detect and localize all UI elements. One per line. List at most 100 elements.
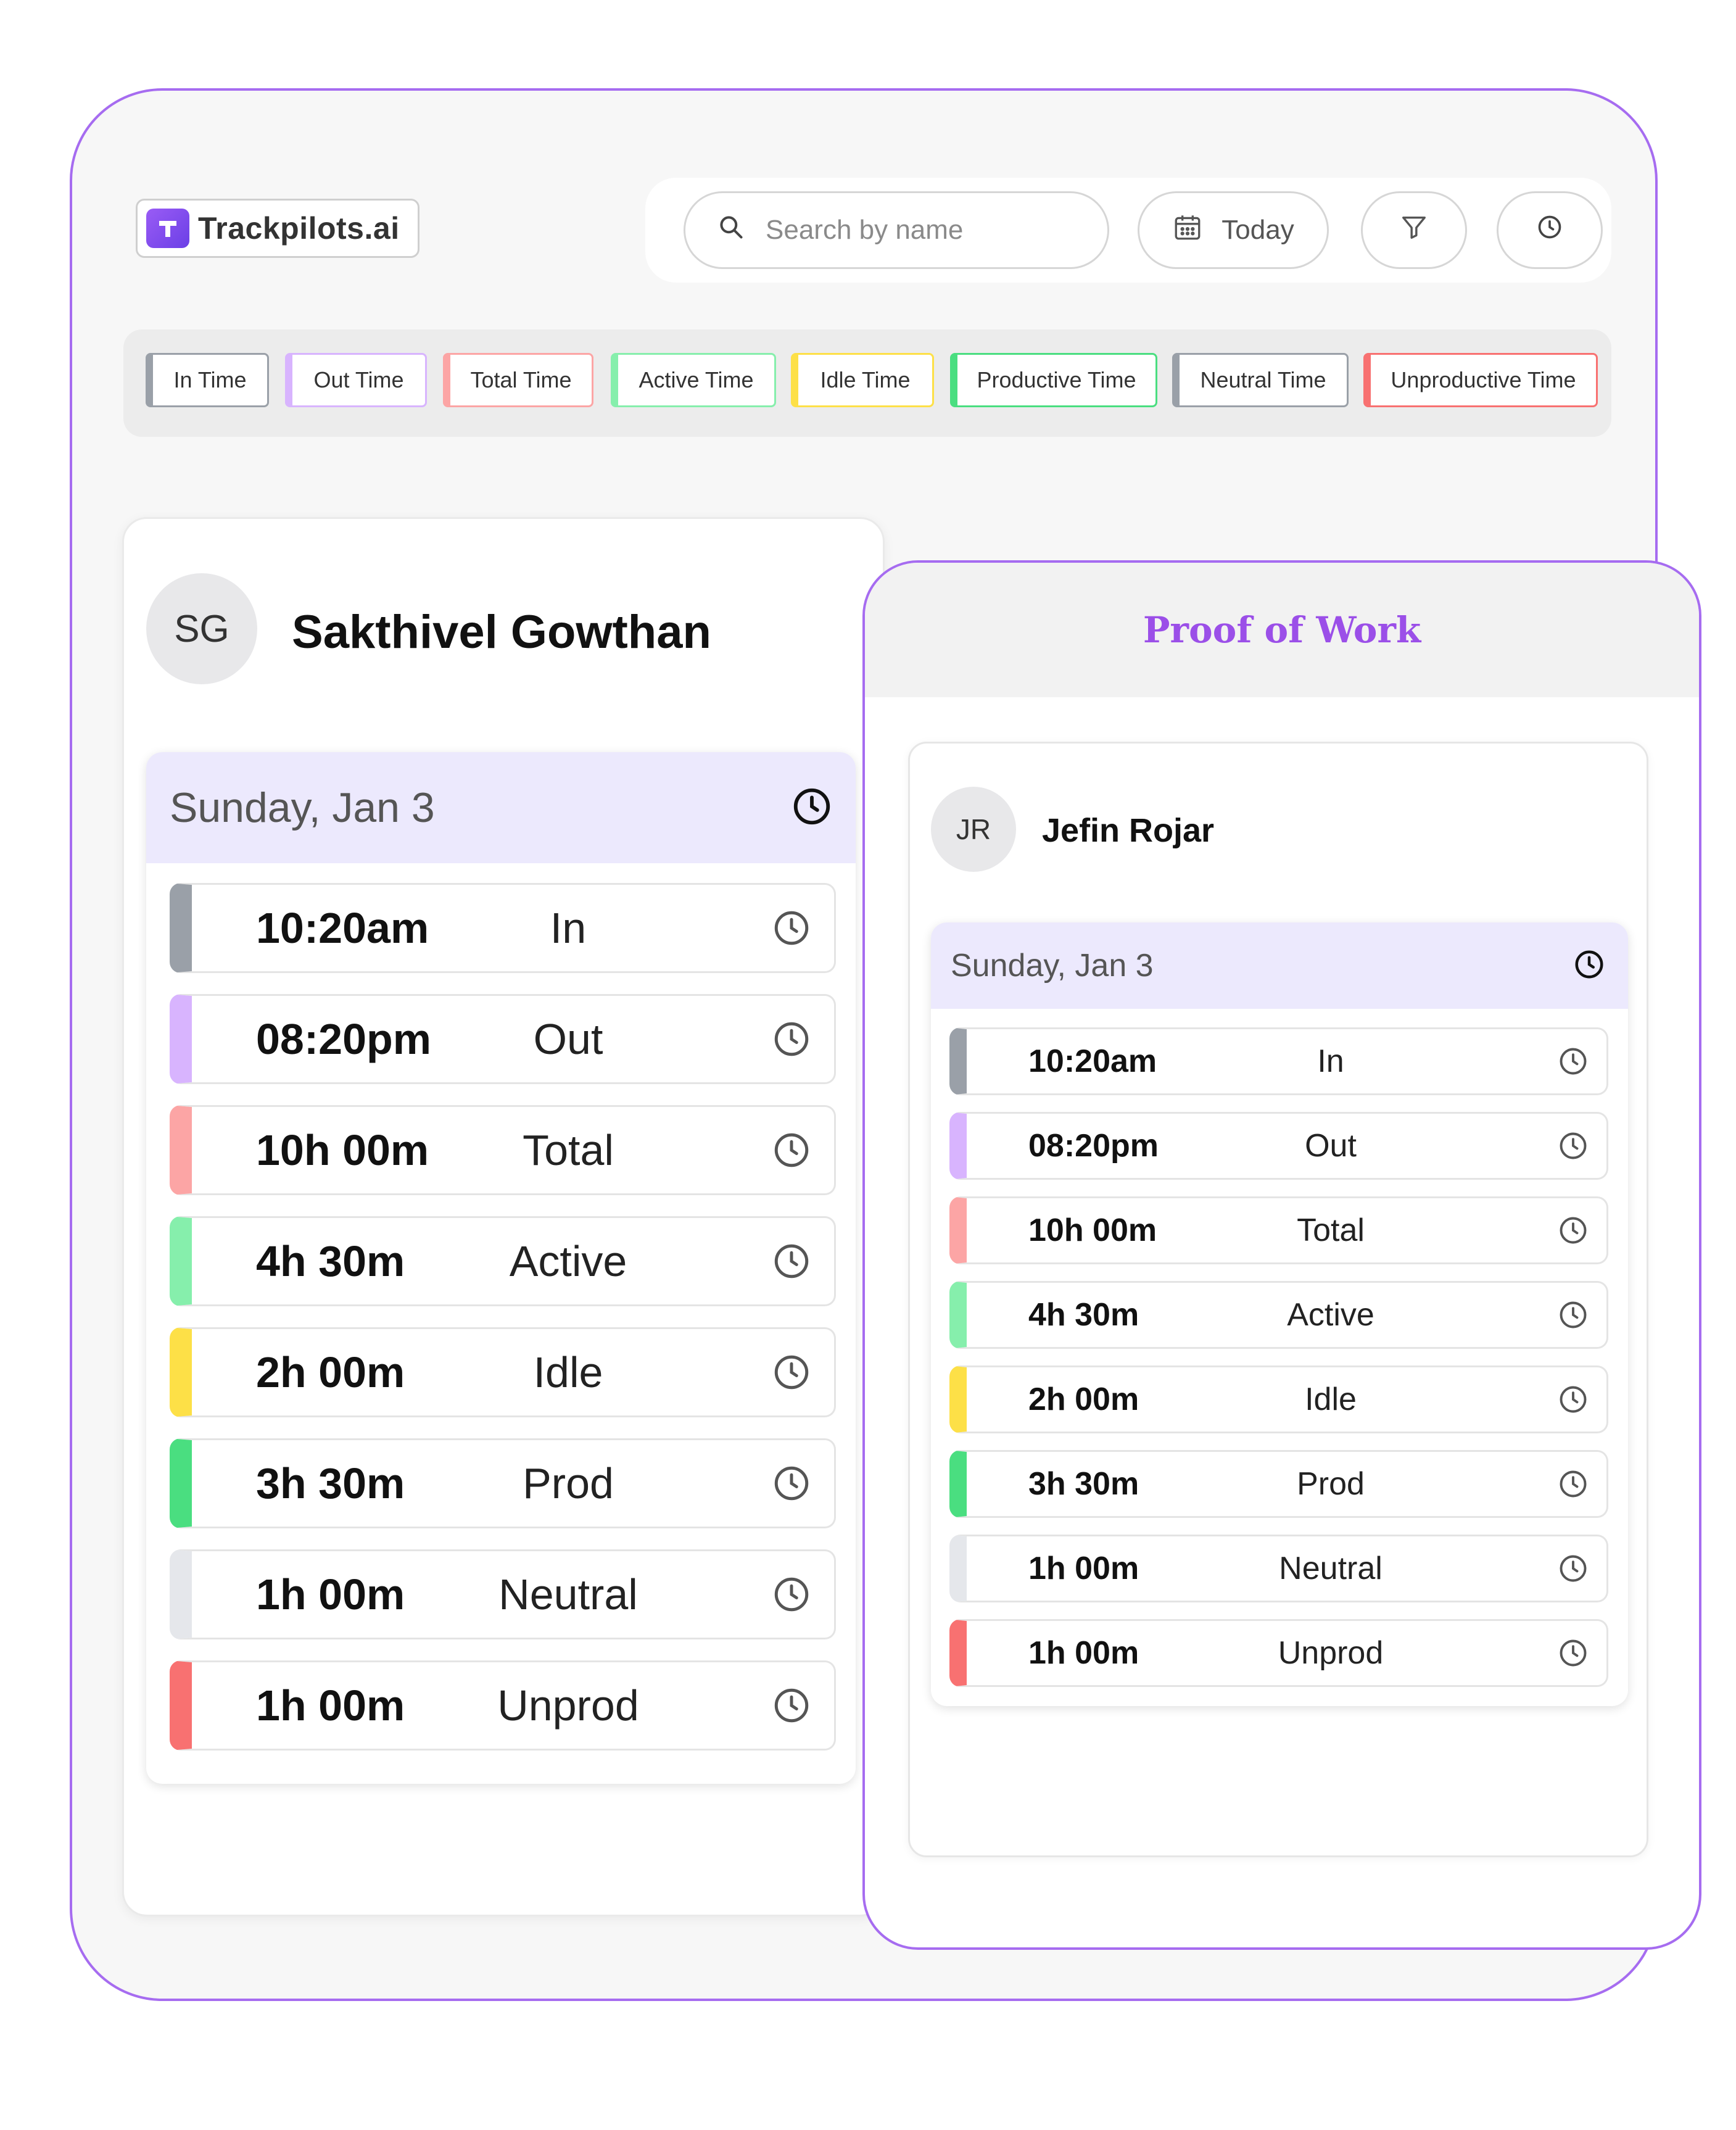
time-row-idle[interactable]: 2h 00m Idle — [949, 1365, 1608, 1433]
time-row-in[interactable]: 10:20am In — [949, 1027, 1608, 1095]
time-value: 10h 00m — [256, 1126, 429, 1174]
time-row-unprod[interactable]: 1h 00m Unprod — [949, 1619, 1608, 1687]
time-label: Prod — [1297, 1466, 1365, 1502]
search-input[interactable]: Search by name — [684, 191, 1109, 269]
row-clock-icon[interactable] — [771, 1685, 812, 1729]
row-clock-icon[interactable] — [1557, 1130, 1589, 1165]
trackpilots-logo-icon — [146, 209, 189, 248]
time-row-total[interactable]: 10h 00m Total — [170, 1105, 836, 1195]
day-title: Sunday, Jan 3 — [951, 948, 1154, 984]
proof-of-work-header: Proof of Work — [865, 563, 1699, 697]
row-clock-icon[interactable] — [1557, 1299, 1589, 1334]
time-label: Total — [1297, 1212, 1365, 1248]
time-label: Active — [1287, 1297, 1374, 1333]
time-row-prod[interactable]: 3h 30m Prod — [170, 1438, 836, 1528]
calendar-icon — [1172, 212, 1203, 249]
legend-active-time[interactable]: Active Time — [611, 353, 776, 407]
row-clock-icon[interactable] — [771, 908, 812, 951]
avatar: JR — [931, 787, 1016, 872]
row-clock-icon[interactable] — [771, 1130, 812, 1174]
employee-name: Jefin Rojar — [1042, 812, 1215, 849]
row-clock-icon[interactable] — [1557, 1045, 1589, 1080]
time-value: 1h 00m — [1028, 1551, 1139, 1586]
row-clock-icon[interactable] — [771, 1352, 812, 1396]
time-row-in[interactable]: 10:20am In — [170, 883, 836, 973]
time-value: 3h 30m — [1028, 1466, 1139, 1502]
row-clock-icon[interactable] — [1557, 1214, 1589, 1249]
row-clock-icon[interactable] — [1557, 1637, 1589, 1672]
history-button[interactable] — [1497, 191, 1603, 269]
row-clock-icon[interactable] — [771, 1463, 812, 1507]
time-row-total[interactable]: 10h 00m Total — [949, 1196, 1608, 1264]
time-value: 10:20am — [256, 904, 429, 952]
row-clock-icon[interactable] — [771, 1574, 812, 1618]
row-clock-icon[interactable] — [1557, 1552, 1589, 1588]
time-value: 4h 30m — [256, 1237, 405, 1285]
time-value: 08:20pm — [1028, 1128, 1159, 1164]
time-row-unprod[interactable]: 1h 00m Unprod — [170, 1660, 836, 1751]
time-label: Out — [1305, 1128, 1357, 1164]
day-header: Sunday, Jan 3 — [931, 922, 1628, 1009]
time-row-out[interactable]: 08:20pm Out — [170, 994, 836, 1084]
time-row-idle[interactable]: 2h 00m Idle — [170, 1327, 836, 1417]
time-value: 2h 00m — [256, 1348, 405, 1396]
legend-neutral-time[interactable]: Neutral Time — [1172, 353, 1349, 407]
time-value: 10:20am — [1028, 1043, 1157, 1079]
legend-unproductive-time[interactable]: Unproductive Time — [1363, 353, 1598, 407]
time-label: Unprod — [497, 1681, 639, 1730]
day-clock-icon[interactable] — [790, 785, 833, 831]
time-value: 3h 30m — [256, 1459, 405, 1507]
time-row-prod[interactable]: 3h 30m Prod — [949, 1450, 1608, 1518]
brand-logo[interactable]: Trackpilots.ai — [136, 199, 420, 258]
day-title: Sunday, Jan 3 — [170, 784, 435, 831]
time-row-neutral[interactable]: 1h 00m Neutral — [170, 1549, 836, 1639]
time-value: 08:20pm — [256, 1015, 432, 1063]
filter-icon — [1400, 213, 1428, 248]
time-row-active[interactable]: 4h 30m Active — [949, 1281, 1608, 1349]
employee-card-jefin: JR Jefin Rojar Sunday, Jan 3 10:20am In 08… — [908, 742, 1648, 1857]
legend-out-time[interactable]: Out Time — [285, 353, 427, 407]
time-value: 2h 00m — [1028, 1382, 1139, 1417]
filter-button[interactable] — [1361, 191, 1467, 269]
employee-card-sakthivel: SG Sakthivel Gowthan Sunday, Jan 3 10:20… — [122, 517, 885, 1917]
avatar: SG — [146, 573, 257, 684]
day-panel: Sunday, Jan 3 10:20am In 08:20pm Out 10h 00m… — [146, 752, 856, 1784]
toolbar: Search by name Today — [645, 178, 1611, 283]
legend-total-time[interactable]: Total Time — [443, 353, 593, 407]
time-label: Idle — [1305, 1382, 1357, 1417]
time-row-neutral[interactable]: 1h 00m Neutral — [949, 1535, 1608, 1602]
proof-of-work-panel: Proof of Work JR Jefin Rojar Sunday, Jan… — [862, 560, 1701, 1950]
day-clock-icon[interactable] — [1573, 948, 1606, 984]
search-placeholder: Search by name — [766, 215, 964, 245]
time-value: 4h 30m — [1028, 1297, 1139, 1333]
time-label: In — [1317, 1043, 1344, 1079]
row-clock-icon[interactable] — [771, 1241, 812, 1285]
row-clock-icon[interactable] — [1557, 1468, 1589, 1503]
time-label: Neutral — [1279, 1551, 1383, 1586]
employee-name: Sakthivel Gowthan — [292, 606, 711, 658]
legend-idle-time[interactable]: Idle Time — [791, 353, 934, 407]
legend-productive-time[interactable]: Productive Time — [950, 353, 1157, 407]
search-icon — [717, 213, 745, 247]
time-value: 10h 00m — [1028, 1212, 1157, 1248]
time-label: Unprod — [1278, 1635, 1384, 1671]
legend-bar: In Time Out Time Total Time Active Time … — [123, 329, 1611, 437]
date-picker-button[interactable]: Today — [1138, 191, 1329, 269]
time-label: Prod — [523, 1459, 614, 1507]
time-label: Out — [533, 1015, 603, 1063]
time-value: 1h 00m — [256, 1570, 405, 1618]
row-clock-icon[interactable] — [771, 1019, 812, 1063]
time-row-out[interactable]: 08:20pm Out — [949, 1112, 1608, 1180]
legend-in-time[interactable]: In Time — [146, 353, 269, 407]
time-label: Neutral — [498, 1570, 638, 1618]
time-row-active[interactable]: 4h 30m Active — [170, 1216, 836, 1306]
row-clock-icon[interactable] — [1557, 1383, 1589, 1419]
brand-name: Trackpilots.ai — [198, 211, 400, 246]
time-label: In — [550, 904, 587, 952]
clock-icon — [1536, 213, 1563, 247]
date-label: Today — [1221, 215, 1294, 245]
proof-of-work-title: Proof of Work — [1143, 609, 1421, 651]
day-panel: Sunday, Jan 3 10:20am In 08:20pm Out 10h 00m… — [931, 922, 1628, 1706]
time-value: 1h 00m — [1028, 1635, 1139, 1671]
time-label: Active — [509, 1237, 627, 1285]
